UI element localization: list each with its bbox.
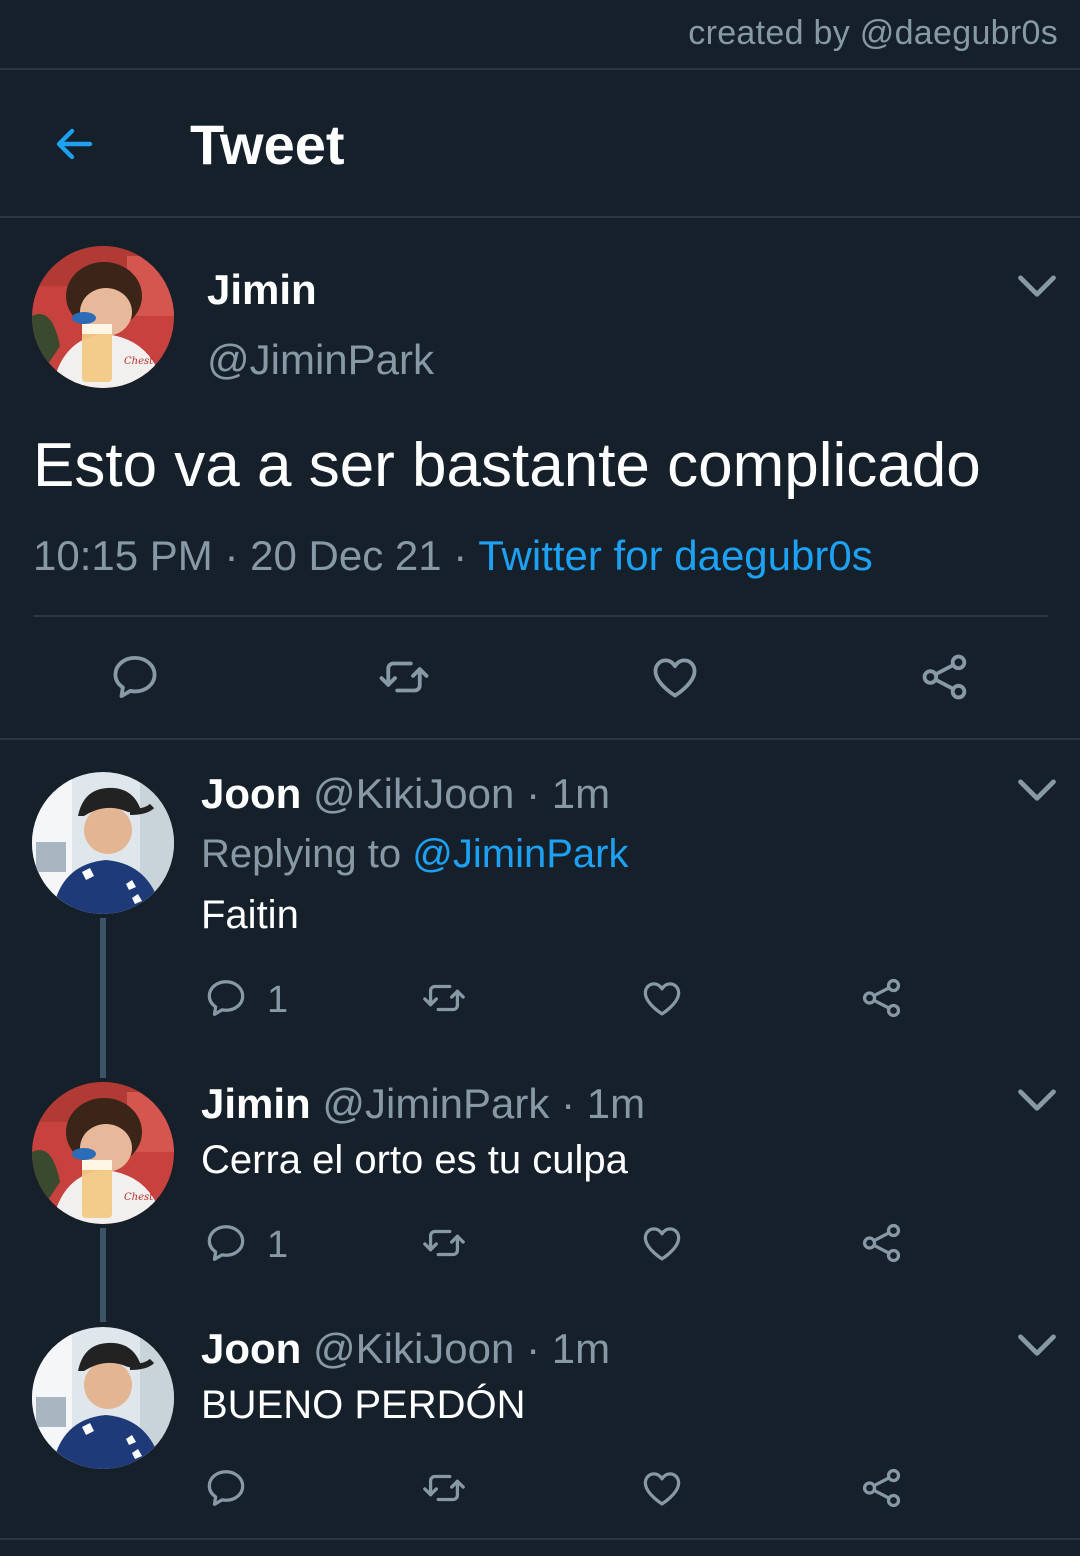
tweet-source-link[interactable]: Twitter for daegubr0s [478, 532, 873, 579]
heart-icon [639, 1465, 685, 1516]
tweet-date: 20 Dec 21 [250, 532, 442, 579]
meta-separator: · [526, 1325, 541, 1372]
retweet-icon [418, 975, 470, 1026]
creator-credit: created by @daegubr0s [688, 14, 1058, 52]
author-handle[interactable]: @KikiJoon [313, 770, 514, 817]
retweet-button[interactable] [418, 1220, 470, 1271]
author-name[interactable]: Jimin [207, 266, 317, 314]
page-title: Tweet [190, 113, 345, 176]
reply-button[interactable] [108, 650, 162, 709]
reply-time: 1m [551, 1325, 611, 1372]
comment-icon [203, 1465, 249, 1516]
reply-button[interactable]: 1 [203, 975, 288, 1026]
share-button[interactable] [859, 1465, 905, 1516]
meta-separator: · [561, 1080, 576, 1127]
heart-icon [639, 975, 685, 1026]
thread-line [100, 1228, 106, 1322]
retweet-icon [418, 1220, 470, 1271]
meta-separator: · [453, 532, 468, 579]
share-button[interactable] [859, 975, 905, 1026]
avatar[interactable] [32, 1082, 174, 1224]
author-name[interactable]: Jimin [201, 1080, 311, 1127]
reply-count: 1 [267, 1224, 289, 1266]
author-name[interactable]: Joon [201, 1325, 301, 1372]
chevron-down-icon[interactable] [1015, 1086, 1059, 1116]
chevron-down-icon[interactable] [1015, 776, 1059, 806]
replying-prefix: Replying to [201, 832, 402, 876]
chevron-down-icon[interactable] [1015, 272, 1059, 302]
reply-button[interactable]: 1 [203, 1220, 288, 1271]
reply-time: 1m [586, 1080, 646, 1127]
reply-button[interactable] [203, 1465, 249, 1516]
tweet-meta: 10:15 PM · 20 Dec 21 · Twitter for daegu… [33, 532, 873, 580]
header-divider [0, 216, 1080, 218]
heart-icon [648, 650, 702, 709]
share-icon [859, 975, 905, 1026]
arrow-left-icon [50, 120, 98, 173]
comment-icon [203, 1220, 249, 1271]
meta-separator: · [526, 770, 541, 817]
like-button[interactable] [639, 1220, 685, 1271]
back-button[interactable] [44, 116, 104, 176]
top-divider [0, 68, 1080, 70]
meta-separator: · [224, 532, 239, 579]
reply-header: Joon @KikiJoon · 1m [201, 770, 610, 818]
retweet-button[interactable] [374, 650, 434, 709]
reply-text: Faitin [201, 893, 299, 937]
share-icon [859, 1220, 905, 1271]
reply-text: BUENO PERDÓN [201, 1383, 526, 1427]
share-icon [859, 1465, 905, 1516]
author-handle[interactable]: @JiminPark [322, 1080, 549, 1127]
author-handle[interactable]: @KikiJoon [313, 1325, 514, 1372]
heart-icon [639, 1220, 685, 1271]
retweet-button[interactable] [418, 975, 470, 1026]
tweet-divider [33, 615, 1048, 617]
comment-icon [203, 975, 249, 1026]
comment-icon [108, 650, 162, 709]
retweet-icon [374, 650, 434, 709]
replying-to-link[interactable]: @JiminPark [412, 832, 628, 876]
avatar[interactable] [32, 772, 174, 914]
avatar[interactable] [32, 1327, 174, 1469]
reply-count: 1 [267, 979, 289, 1021]
chevron-down-icon[interactable] [1015, 1331, 1059, 1361]
like-button[interactable] [648, 650, 702, 709]
reply-time: 1m [551, 770, 611, 817]
share-icon [918, 650, 972, 709]
share-button[interactable] [918, 650, 972, 709]
like-button[interactable] [639, 1465, 685, 1516]
replying-to: Replying to @JiminPark [201, 832, 628, 877]
avatar[interactable] [32, 246, 174, 388]
author-handle[interactable]: @JiminPark [207, 336, 434, 384]
bottom-divider [0, 1538, 1080, 1540]
retweet-icon [418, 1465, 470, 1516]
reply-header: Jimin @JiminPark · 1m [201, 1080, 645, 1128]
main-tweet-divider [0, 738, 1080, 740]
tweet-text: Esto va a ser bastante complicado [33, 431, 981, 500]
retweet-button[interactable] [418, 1465, 470, 1516]
author-name[interactable]: Joon [201, 770, 301, 817]
reply-text: Cerra el orto es tu culpa [201, 1138, 628, 1182]
reply-header: Joon @KikiJoon · 1m [201, 1325, 610, 1373]
like-button[interactable] [639, 975, 685, 1026]
tweet-time: 10:15 PM [33, 532, 213, 579]
share-button[interactable] [859, 1220, 905, 1271]
thread-line [100, 918, 106, 1078]
